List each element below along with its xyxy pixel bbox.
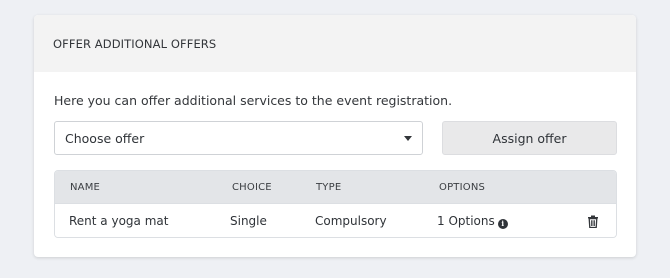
column-header-choice: CHOICE bbox=[232, 182, 272, 193]
row-name: Rent a yoga mat bbox=[69, 214, 169, 228]
row-options-label: 1 Options bbox=[437, 214, 495, 228]
column-header-type: TYPE bbox=[316, 182, 342, 193]
offers-table: NAME CHOICE TYPE OPTIONS Rent a yoga mat… bbox=[54, 170, 617, 238]
offer-select[interactable]: Choose offer bbox=[54, 121, 423, 155]
card-title: OFFER ADDITIONAL OFFERS bbox=[53, 36, 217, 51]
trash-icon[interactable] bbox=[587, 215, 599, 228]
table-row: Rent a yoga mat Single Compulsory 1 Opti… bbox=[55, 203, 616, 237]
row-type: Compulsory bbox=[315, 214, 387, 228]
table-header: NAME CHOICE TYPE OPTIONS bbox=[55, 171, 616, 203]
info-icon[interactable]: i bbox=[497, 218, 508, 229]
column-header-name: NAME bbox=[70, 182, 101, 193]
assign-offer-button[interactable]: Assign offer bbox=[442, 121, 617, 155]
row-options[interactable]: 1 Options i bbox=[437, 214, 508, 229]
offer-select-value: Choose offer bbox=[65, 130, 145, 146]
column-header-options: OPTIONS bbox=[439, 182, 486, 193]
offer-card: OFFER ADDITIONAL OFFERS Here you can off… bbox=[34, 15, 636, 257]
intro-text: Here you can offer additional services t… bbox=[54, 93, 453, 108]
card-header: OFFER ADDITIONAL OFFERS bbox=[34, 15, 636, 72]
chevron-down-icon bbox=[404, 136, 412, 141]
row-choice: Single bbox=[230, 214, 267, 228]
assign-offer-label: Assign offer bbox=[492, 130, 567, 146]
